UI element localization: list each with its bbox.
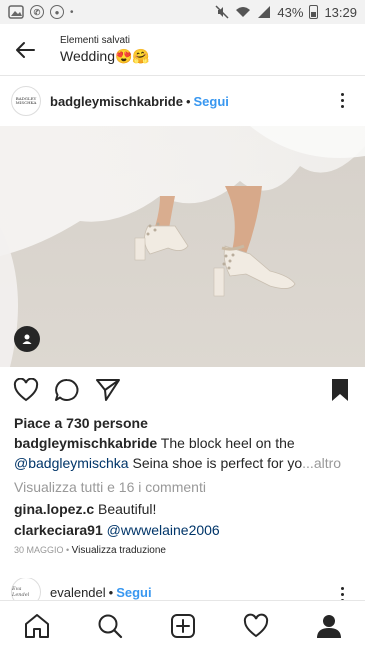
comment-username[interactable]: clarkeciara91 (14, 522, 103, 538)
comment-username[interactable]: gina.lopez.c (14, 501, 94, 517)
avatar[interactable]: BADGLEY MISCHKA (11, 86, 41, 116)
post-date-row: 30 MAGGIO • Visualizza traduzione (14, 545, 166, 556)
status-indicators: 43% 13:29 (215, 5, 357, 20)
post-username[interactable]: badgleymischkabride (50, 94, 183, 109)
clock: 13:29 (324, 4, 357, 20)
post-date: 30 MAGGIO (14, 545, 64, 555)
wifi-icon (236, 7, 251, 17)
status-notifications: ✆ ● • (8, 5, 74, 19)
next-post-username[interactable]: evalendel (50, 585, 106, 600)
bottom-navigation (0, 600, 365, 650)
bookmark-icon[interactable] (331, 378, 349, 402)
add-post-icon[interactable] (170, 613, 196, 639)
collection-header: Elementi salvati Wedding😍🤗 (0, 24, 365, 76)
status-bar: ✆ ● • 43% 13:29 (0, 0, 365, 24)
date-separator: • (63, 545, 72, 555)
whatsapp-icon: ✆ (30, 5, 44, 19)
header-text: Elementi salvati Wedding😍🤗 (60, 35, 150, 65)
likes-count[interactable]: Piace a 730 persone (14, 415, 148, 431)
mute-icon (215, 5, 229, 19)
header-subtitle: Elementi salvati (60, 34, 131, 46)
caption-more-link[interactable]: ...altro (302, 455, 341, 471)
more-vertical-icon (341, 93, 344, 96)
collection-title: Wedding😍🤗 (60, 47, 150, 64)
next-avatar-text: Eva Lendel (12, 586, 30, 598)
comment-mention[interactable]: @wwwelaine2006 (103, 522, 220, 538)
follow-button[interactable]: Segui (194, 94, 229, 109)
caption-mention[interactable]: @badgleymischka (14, 455, 129, 471)
profile-icon[interactable] (316, 613, 342, 639)
caption-line-1: badgleymischkabride The block heel on th… (14, 435, 359, 451)
arrow-left-icon (16, 41, 35, 58)
post-header: BADGLEY MISCHKA badgleymischkabride • Se… (0, 76, 365, 126)
battery-percent: 43% (277, 4, 304, 20)
back-button[interactable] (0, 24, 50, 76)
user-tag-button[interactable] (14, 326, 40, 352)
image-icon (8, 5, 24, 19)
search-icon[interactable] (97, 613, 123, 639)
caption-line-2: @badgleymischka Seina shoe is perfect fo… (14, 455, 359, 471)
caption-text-2: Seina shoe is perfect for yo (128, 455, 303, 471)
avatar-logo-text: BADGLEY MISCHKA (15, 96, 37, 105)
post-image[interactable] (0, 126, 365, 367)
send-icon[interactable] (95, 378, 121, 402)
user-tag-icon (22, 334, 32, 344)
comment-icon[interactable] (54, 378, 80, 402)
translate-link[interactable]: Visualizza traduzione (72, 545, 166, 556)
comment-row: gina.lopez.c Beautiful! (14, 501, 156, 517)
more-options-button[interactable] (341, 93, 345, 108)
signal-icon (258, 6, 271, 18)
comment-row: clarkeciara91 @wwwelaine2006 (14, 522, 220, 538)
more-notifications-icon: • (70, 6, 74, 18)
heart-icon[interactable] (13, 378, 39, 402)
separator-dot: • (108, 584, 114, 600)
view-all-comments[interactable]: Visualizza tutti e 16 i commenti (14, 479, 206, 495)
settings-icon: ● (50, 5, 64, 19)
next-follow-button[interactable]: Segui (116, 585, 151, 600)
caption-username[interactable]: badgleymischkabride (14, 435, 157, 451)
post-actions (0, 367, 365, 413)
more-vertical-icon (341, 587, 344, 590)
battery-icon (309, 5, 319, 19)
photo-illustration (0, 126, 365, 367)
separator-dot: • (185, 93, 191, 109)
comment-text: Beautiful! (94, 501, 157, 517)
caption-text-1: The block heel on the (157, 435, 295, 451)
home-icon[interactable] (24, 613, 50, 639)
activity-heart-icon[interactable] (243, 613, 269, 639)
